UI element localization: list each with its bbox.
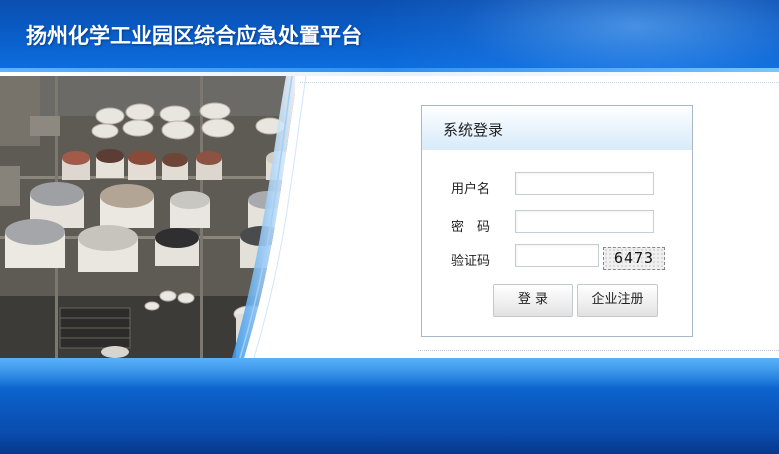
divider-line-bottom bbox=[418, 350, 779, 351]
register-button[interactable]: 企业注册 bbox=[577, 284, 658, 317]
decorative-swoosh bbox=[232, 76, 350, 358]
divider-line-top bbox=[300, 82, 779, 83]
header-banner: 扬州化学工业园区综合应急处置平台 bbox=[0, 0, 779, 72]
captcha-image[interactable]: 6473 bbox=[603, 247, 665, 270]
captcha-input[interactable] bbox=[515, 244, 599, 267]
login-button[interactable]: 登 录 bbox=[493, 284, 573, 317]
login-title: 系统登录 bbox=[443, 121, 504, 139]
captcha-label: 验证码 bbox=[451, 254, 491, 269]
username-label: 用户名 bbox=[451, 182, 491, 197]
login-panel-header: 系统登录 bbox=[422, 106, 692, 150]
footer-banner bbox=[0, 358, 779, 454]
password-input[interactable] bbox=[515, 210, 654, 233]
password-label: 密 码 bbox=[451, 220, 491, 235]
username-input[interactable] bbox=[515, 172, 654, 195]
page-title: 扬州化学工业园区综合应急处置平台 bbox=[26, 24, 362, 48]
login-panel: 系统登录 用户名 密 码 验证码 6473 登 录 企业注册 bbox=[421, 105, 693, 337]
